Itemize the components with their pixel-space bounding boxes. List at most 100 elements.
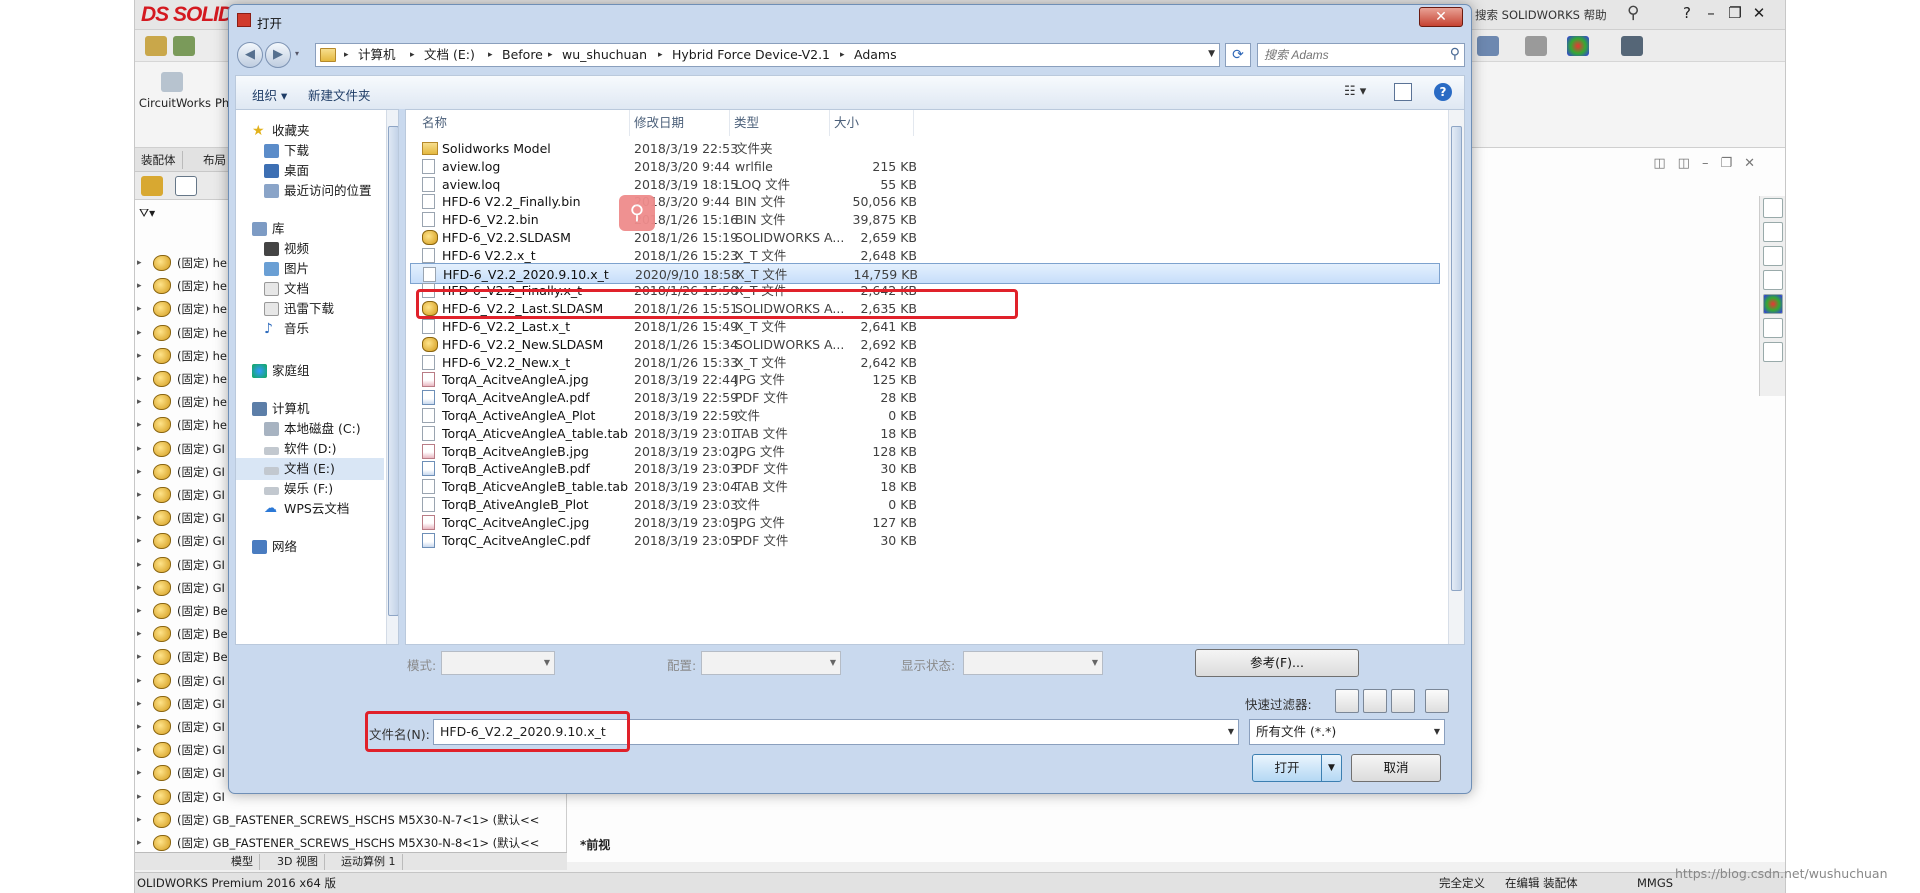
nav-pictures[interactable]: 图片 (236, 258, 386, 280)
chevron-down-icon[interactable]: ▼ (1228, 727, 1234, 736)
monitor-icon[interactable] (1621, 36, 1643, 56)
design-library-icon[interactable] (1763, 222, 1783, 242)
expand-arrow-icon[interactable]: ▸ (137, 391, 145, 413)
expand-arrow-icon[interactable]: ▸ (137, 345, 145, 367)
forum-icon[interactable] (1763, 342, 1783, 362)
expand-arrow-icon[interactable]: ▸ (137, 577, 145, 599)
filter-assemblies-icon[interactable] (1363, 689, 1387, 713)
address-bar[interactable]: ▸ 计算机 ▸ 文档 (E:) ▸ Before ▸ wu_shuchuan ▸ Hybrid F… (315, 43, 1220, 67)
help-icon[interactable]: ? (1434, 83, 1452, 101)
expand-arrow-icon[interactable]: ▸ (137, 762, 145, 784)
appearances-icon[interactable] (1763, 294, 1783, 314)
expand-arrow-icon[interactable]: ▸ (137, 507, 145, 529)
expand-arrow-icon[interactable]: ▸ (137, 809, 145, 831)
nav-drive-d[interactable]: 软件 (D:) (236, 438, 386, 460)
tree-item[interactable]: ▸ (固定) GB_FASTENER_SCREWS_HSCHS M5X30-N-7… (135, 809, 566, 831)
close-button[interactable]: ✕ (1419, 7, 1463, 27)
breadcrumb-item[interactable]: 文档 (E:) (424, 44, 475, 66)
cancel-button[interactable]: 取消 (1351, 754, 1441, 782)
minimize-icon[interactable]: – (1701, 4, 1721, 22)
breadcrumb-separator-icon[interactable]: ▸ (488, 44, 493, 66)
search-icon[interactable]: ⚲ (1627, 3, 1639, 23)
column-size[interactable]: 大小 (830, 110, 914, 136)
organize-button[interactable]: 组织 ▾ (252, 85, 287, 104)
breadcrumb-item[interactable]: wu_shuchuan (562, 44, 647, 66)
view-orientation-icon[interactable] (1477, 36, 1499, 56)
filetype-select[interactable]: 所有文件 (*.*) ▼ (1249, 719, 1445, 745)
expand-arrow-icon[interactable]: ▸ (137, 786, 145, 808)
help-icon[interactable]: ? (1677, 4, 1697, 22)
file-explorer-icon[interactable] (1763, 246, 1783, 266)
tree-item[interactable]: ▸ (固定) GB_FASTENER_SCREWS_HSCHS M5X30-N-8… (135, 832, 566, 854)
preview-pane-icon[interactable] (1394, 83, 1412, 101)
expand-arrow-icon[interactable]: ▸ (137, 322, 145, 344)
nav-videos[interactable]: 视频 (236, 238, 386, 260)
expand-arrow-icon[interactable]: ▸ (137, 368, 145, 390)
tab-3d-views[interactable]: 3D 视图 (271, 854, 325, 870)
new-folder-button[interactable]: 新建文件夹 (308, 85, 371, 104)
expand-arrow-icon[interactable]: ▸ (137, 461, 145, 483)
expand-arrow-icon[interactable]: ▸ (137, 530, 145, 552)
breadcrumb-separator-icon[interactable]: ▸ (344, 44, 349, 66)
nav-computer[interactable]: 计算机 (236, 398, 386, 420)
expand-arrow-icon[interactable]: ▸ (137, 438, 145, 460)
breadcrumb-separator-icon[interactable]: ▸ (548, 44, 553, 66)
recent-locations-dropdown[interactable]: ▾ (295, 49, 299, 58)
file-row[interactable]: TorqC_AcitveAngleC.pdf 2018/3/19 23:05 PDF… (410, 530, 1440, 551)
nav-favorites[interactable]: ★ 收藏夹 (236, 120, 386, 142)
nav-libraries[interactable]: 库 (236, 218, 386, 240)
expand-arrow-icon[interactable]: ▸ (137, 623, 145, 645)
tab-model[interactable]: 模型 (225, 854, 260, 870)
dialog-titlebar[interactable]: 打开 ✕ (229, 5, 1471, 35)
nav-recent[interactable]: 最近访问的位置 (236, 180, 386, 202)
circuitworks-label[interactable]: CircuitWorks (135, 96, 215, 110)
expand-arrow-icon[interactable]: ▸ (137, 670, 145, 692)
search-box[interactable]: ⚲ (1257, 43, 1465, 67)
open-options-dropdown-icon[interactable]: ▼ (1321, 755, 1341, 781)
expand-arrow-icon[interactable]: ▸ (137, 484, 145, 506)
file-list-scrollbar-thumb[interactable] (1451, 126, 1462, 591)
viewport-window-controls[interactable]: ◫◫–❐✕ (1653, 156, 1767, 171)
address-dropdown-icon[interactable]: ▼ (1208, 49, 1215, 59)
expand-arrow-icon[interactable]: ▸ (137, 298, 145, 320)
expand-arrow-icon[interactable]: ▸ (137, 275, 145, 297)
display-style-icon[interactable] (1525, 36, 1547, 56)
breadcrumb-item[interactable]: Hybrid Force Device-V2.1 (672, 44, 830, 66)
breadcrumb-item[interactable]: 计算机 (358, 44, 396, 66)
expand-arrow-icon[interactable]: ▸ (137, 414, 145, 436)
nav-documents[interactable]: 文档 (236, 278, 386, 300)
circuitworks-icon[interactable] (161, 72, 183, 92)
solidworks-help-search[interactable]: 搜索 SOLIDWORKS 帮助 (1475, 4, 1625, 26)
tab-motion-study[interactable]: 运动算例 1 (335, 854, 403, 870)
nav-xunlei[interactable]: 迅雷下载 (236, 298, 386, 320)
view-palette-icon[interactable] (1763, 270, 1783, 290)
filter-icon[interactable]: ⛛▾ (139, 206, 155, 221)
breadcrumb-separator-icon[interactable]: ▸ (658, 44, 663, 66)
search-input[interactable] (1264, 46, 1440, 64)
nav-downloads[interactable]: 下载 (236, 140, 386, 162)
nav-drive-f[interactable]: 娱乐 (F:) (236, 478, 386, 500)
breadcrumb-separator-icon[interactable]: ▸ (410, 44, 415, 66)
back-button[interactable]: ◀ (237, 42, 263, 68)
change-view-icon[interactable]: ☷ ▾ (1344, 84, 1370, 100)
nav-drive-c[interactable]: 本地磁盘 (C:) (236, 418, 386, 440)
nav-music[interactable]: ♪ 音乐 (236, 318, 386, 340)
search-icon[interactable]: ⚲ (1450, 46, 1460, 62)
filename-input[interactable]: HFD-6_V2.2_2020.9.10.x_t ▼ (433, 719, 1239, 745)
nav-homegroup[interactable]: 家庭组 (236, 360, 386, 382)
custom-properties-icon[interactable] (1763, 318, 1783, 338)
breadcrumb-item[interactable]: Adams (854, 44, 897, 66)
open-button[interactable]: 打开 ▼ (1252, 754, 1342, 782)
nav-wps[interactable]: ☁ WPS云文档 (236, 498, 386, 520)
expand-arrow-icon[interactable]: ▸ (137, 252, 145, 274)
restore-icon[interactable]: ❐ (1725, 4, 1745, 22)
magnifier-icon[interactable]: ⚲ (619, 195, 655, 231)
property-manager-icon[interactable] (175, 176, 197, 196)
tab-assembly[interactable]: 装配体 (135, 151, 183, 169)
expand-arrow-icon[interactable]: ▸ (137, 832, 145, 854)
breadcrumb-separator-icon[interactable]: ▸ (840, 44, 845, 66)
toolbar-tool-icon[interactable] (173, 36, 195, 56)
nav-scrollbar-thumb[interactable] (388, 126, 398, 616)
nav-drive-e[interactable]: 文档 (E:) (236, 458, 384, 480)
column-type[interactable]: 类型 (730, 110, 830, 136)
